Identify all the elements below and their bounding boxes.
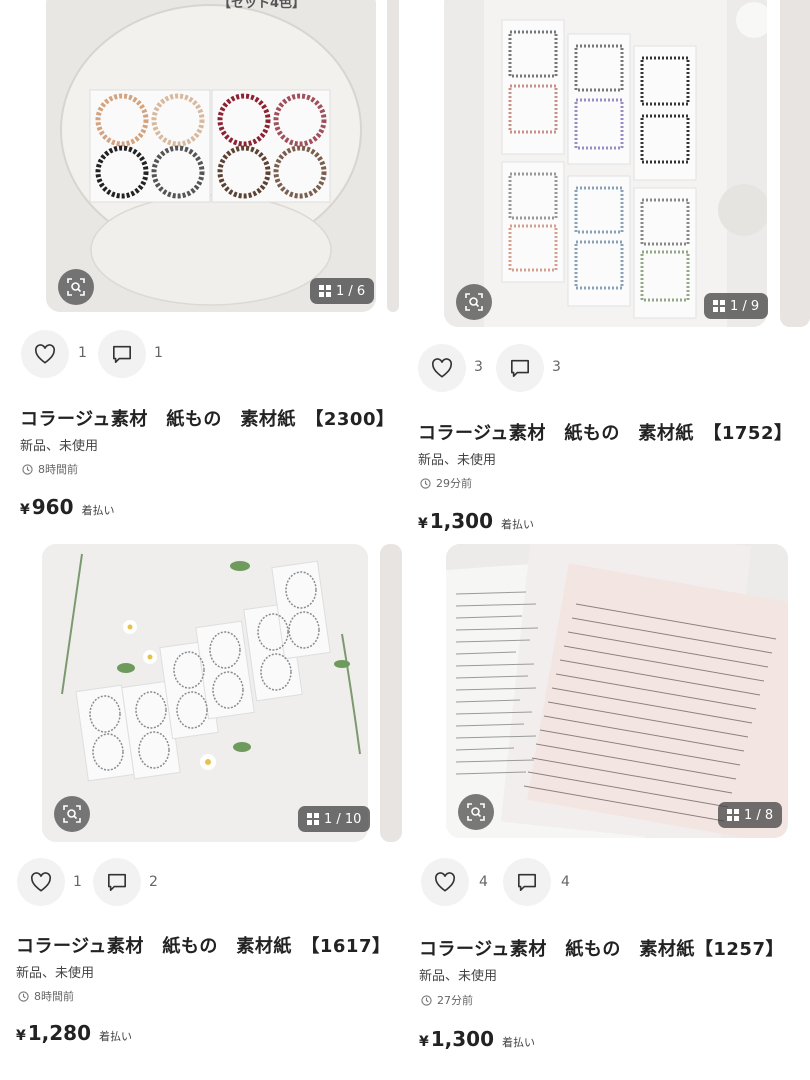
product-card-1[interactable]: 【セット4色】 1 / 6 1 1 コラージュ素材 紙もの 素材紙 【2300】…	[0, 0, 399, 530]
product-card-4[interactable]: 1 / 8 4 4 コラージュ素材 紙もの 素材紙【1257】 新品、未使用 2…	[400, 540, 810, 1070]
heart-icon	[434, 872, 456, 892]
shipping-label: 着払い	[81, 504, 115, 517]
comment-icon	[511, 359, 529, 377]
image-counter-text: 1 / 8	[744, 807, 774, 823]
heart-icon	[30, 872, 52, 892]
grid-icon	[307, 813, 319, 825]
posted-time: 29分前	[420, 475, 472, 491]
like-button[interactable]	[17, 858, 65, 906]
currency-symbol: ¥	[419, 1034, 429, 1050]
currency-symbol: ¥	[418, 516, 428, 532]
comment-icon	[108, 873, 126, 891]
posted-time-text: 27分前	[437, 994, 473, 1007]
product-image-2[interactable]	[444, 0, 767, 327]
like-button[interactable]	[421, 858, 469, 906]
next-image-peek[interactable]	[387, 0, 399, 312]
product-photo-2	[444, 0, 767, 327]
clock-icon	[22, 463, 33, 475]
currency-symbol: ¥	[20, 502, 30, 518]
shipping-label: 着払い	[501, 518, 535, 531]
comment-button[interactable]	[503, 858, 551, 906]
image-counter: 1 / 9	[704, 293, 769, 319]
clock-icon	[421, 994, 432, 1006]
product-image-4[interactable]	[446, 544, 788, 838]
product-card-2[interactable]: 1 / 9 3 3 コラージュ素材 紙もの 素材紙 【1752】 新品、未使用 …	[400, 0, 810, 540]
grid-icon	[319, 285, 331, 297]
clock-icon	[18, 990, 29, 1002]
like-count: 1	[78, 345, 87, 361]
product-condition: 新品、未使用	[418, 453, 497, 468]
product-title[interactable]: コラージュ素材 紙もの 素材紙 【1752】	[418, 419, 792, 445]
price-amount: 1,300	[429, 509, 494, 533]
comment-count: 1	[154, 345, 163, 361]
comment-icon	[113, 345, 131, 363]
price-amount: 960	[31, 495, 74, 519]
shipping-label: 着払い	[99, 1030, 133, 1043]
like-button[interactable]	[418, 344, 466, 392]
product-card-3[interactable]: 1 / 10 1 2 コラージュ素材 紙もの 素材紙 【1617】 新品、未使用…	[0, 540, 402, 1060]
heart-icon	[34, 344, 56, 364]
clock-icon	[420, 477, 431, 489]
image-counter: 1 / 8	[718, 802, 783, 828]
product-image-3[interactable]	[42, 544, 368, 842]
comment-count: 2	[149, 874, 158, 890]
comment-count: 3	[552, 359, 561, 375]
image-counter: 1 / 10	[298, 806, 371, 832]
product-condition: 新品、未使用	[20, 439, 99, 454]
image-search-icon	[67, 278, 85, 296]
posted-time: 8時間前	[18, 988, 74, 1004]
currency-symbol: ¥	[16, 1028, 26, 1044]
image-search-button[interactable]	[458, 794, 494, 830]
next-image-peek[interactable]	[380, 544, 402, 842]
product-price: ¥ 960 着払い	[20, 495, 115, 519]
image-caption: 【セット4色】	[218, 0, 306, 11]
grid-icon	[727, 809, 739, 821]
image-search-button[interactable]	[54, 796, 90, 832]
posted-time-text: 29分前	[436, 477, 472, 490]
image-counter-text: 1 / 10	[324, 811, 362, 827]
product-title[interactable]: コラージュ素材 紙もの 素材紙 【2300】	[20, 405, 394, 431]
image-search-icon	[467, 803, 485, 821]
comment-button[interactable]	[496, 344, 544, 392]
product-photo-4	[446, 544, 788, 838]
image-search-icon	[465, 293, 483, 311]
product-price: ¥ 1,280 着払い	[16, 1021, 132, 1045]
comment-count: 4	[561, 874, 570, 890]
product-image-1[interactable]: 【セット4色】	[46, 0, 376, 312]
like-count: 1	[73, 874, 82, 890]
product-photo-3	[42, 544, 368, 842]
product-condition: 新品、未使用	[419, 969, 498, 984]
like-count: 3	[474, 359, 483, 375]
price-amount: 1,300	[430, 1027, 495, 1051]
image-counter-text: 1 / 6	[336, 283, 366, 299]
shipping-label: 着払い	[502, 1036, 536, 1049]
posted-time-text: 8時間前	[34, 990, 74, 1003]
posted-time: 8時間前	[22, 461, 78, 477]
image-counter: 1 / 6	[310, 278, 375, 304]
like-button[interactable]	[21, 330, 69, 378]
product-price: ¥ 1,300 着払い	[419, 1027, 535, 1051]
image-search-button[interactable]	[58, 269, 94, 305]
next-image-peek[interactable]	[780, 0, 810, 327]
posted-time-text: 8時間前	[38, 463, 78, 476]
product-price: ¥ 1,300 着払い	[418, 509, 534, 533]
comment-button[interactable]	[98, 330, 146, 378]
image-search-icon	[63, 805, 81, 823]
heart-icon	[431, 358, 453, 378]
comment-icon	[518, 873, 537, 891]
image-counter-text: 1 / 9	[730, 298, 760, 314]
image-search-button[interactable]	[456, 284, 492, 320]
price-amount: 1,280	[27, 1021, 92, 1045]
product-title[interactable]: コラージュ素材 紙もの 素材紙 【1617】	[16, 932, 390, 958]
grid-icon	[713, 300, 725, 312]
posted-time: 27分前	[421, 992, 473, 1008]
product-photo-1	[46, 0, 376, 312]
product-title[interactable]: コラージュ素材 紙もの 素材紙【1257】	[419, 935, 784, 961]
comment-button[interactable]	[93, 858, 141, 906]
product-condition: 新品、未使用	[16, 966, 95, 981]
like-count: 4	[479, 874, 488, 890]
